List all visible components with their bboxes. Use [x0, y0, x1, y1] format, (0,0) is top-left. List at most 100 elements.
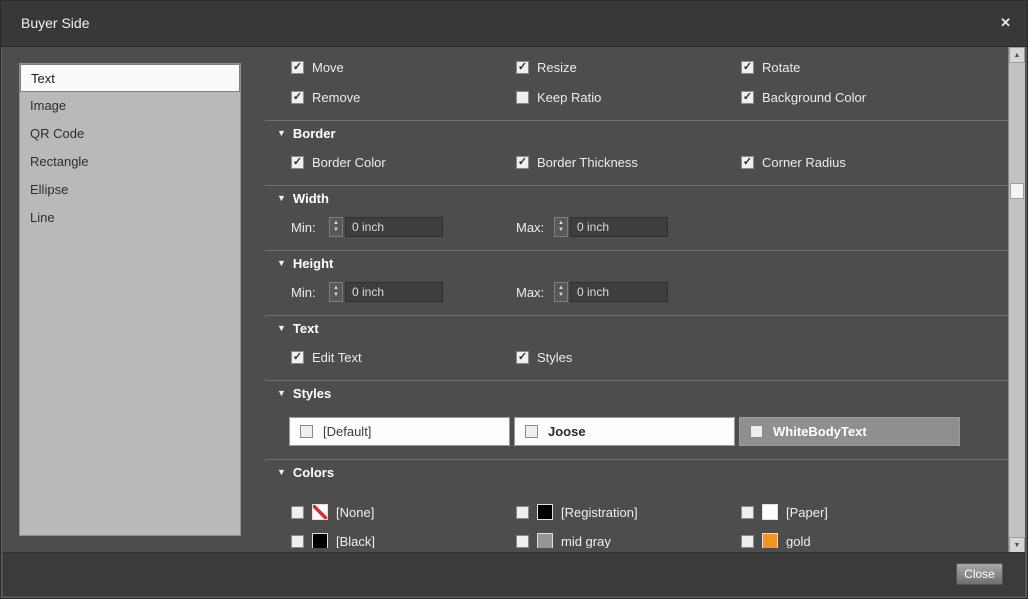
section-divider — [265, 120, 1009, 121]
collapse-arrow-icon[interactable]: ▼ — [277, 126, 286, 141]
sidebar-item-text[interactable]: Text — [20, 64, 240, 92]
style-label: WhiteBodyText — [773, 424, 867, 439]
height-max-spinner[interactable]: ▲ ▼ — [554, 282, 568, 302]
style-label: [Default] — [323, 424, 371, 439]
style-item-joose[interactable]: Joose — [514, 417, 735, 446]
checkbox-indicator — [291, 535, 304, 548]
permissions-row-1: ✓ Move ✓ Resize ✓ Rotate — [265, 57, 1009, 77]
max-label: Max: — [516, 285, 554, 300]
checkbox-edit-text[interactable]: ✓ Edit Text — [291, 350, 516, 365]
vertical-scrollbar[interactable]: ▲ ▼ — [1008, 47, 1025, 553]
section-title: Height — [293, 256, 333, 271]
checkbox-indicator: ✓ — [516, 61, 529, 74]
color-item-black[interactable]: [Black] — [291, 533, 516, 548]
style-label: Joose — [548, 424, 586, 439]
color-item-registration[interactable]: [Registration] — [516, 504, 741, 520]
collapse-arrow-icon[interactable]: ▼ — [277, 386, 286, 401]
checkbox-keep-ratio[interactable]: Keep Ratio — [516, 90, 741, 105]
color-item-none[interactable]: [None] — [291, 504, 516, 520]
collapse-arrow-icon[interactable]: ▼ — [277, 465, 286, 480]
color-swatch — [762, 504, 778, 520]
border-section-header: ▼ Border — [265, 126, 1009, 141]
checkbox-border-color[interactable]: ✓ Border Color — [291, 155, 516, 170]
color-label: [Black] — [336, 534, 375, 549]
close-icon[interactable]: ✕ — [1000, 15, 1011, 31]
scrollbar-thumb[interactable] — [1010, 183, 1024, 199]
checkbox-background-color[interactable]: ✓ Background Color — [741, 90, 1009, 105]
checkbox-label: Remove — [312, 90, 360, 105]
checkbox-label: Move — [312, 60, 344, 75]
sidebar-item-rectangle[interactable]: Rectangle — [20, 148, 240, 176]
height-max-cell: Max: ▲ ▼ 0 inch — [516, 282, 741, 302]
section-title: Styles — [293, 386, 331, 401]
spinner-up-icon[interactable]: ▲ — [558, 220, 564, 227]
sidebar-item-image[interactable]: Image — [20, 92, 240, 120]
settings-panel: ✓ Move ✓ Resize ✓ Rotate ✓ Remove Keep R… — [265, 47, 1009, 548]
checkbox-indicator: ✓ — [741, 61, 754, 74]
checkbox-resize[interactable]: ✓ Resize — [516, 60, 741, 75]
colors-row-1: [None] [Registration] [Paper] — [265, 502, 1009, 522]
window-title: Buyer Side — [21, 15, 89, 31]
checkbox-border-thickness[interactable]: ✓ Border Thickness — [516, 155, 741, 170]
spinner-up-icon[interactable]: ▲ — [333, 220, 339, 227]
scroll-up-icon[interactable]: ▲ — [1009, 47, 1025, 63]
checkbox-indicator: ✓ — [291, 156, 304, 169]
spinner-down-icon[interactable]: ▼ — [558, 292, 564, 299]
checkbox-styles[interactable]: ✓ Styles — [516, 350, 741, 365]
color-swatch — [537, 533, 553, 548]
spinner-up-icon[interactable]: ▲ — [333, 285, 339, 292]
color-label: [Registration] — [561, 505, 638, 520]
width-min-input[interactable]: 0 inch — [345, 217, 443, 237]
checkbox-rotate[interactable]: ✓ Rotate — [741, 60, 1009, 75]
checkbox-remove[interactable]: ✓ Remove — [291, 90, 516, 105]
checkbox-label: Rotate — [762, 60, 800, 75]
spinner-down-icon[interactable]: ▼ — [558, 227, 564, 234]
color-label: gold — [786, 534, 811, 549]
width-max-input[interactable]: 0 inch — [570, 217, 668, 237]
width-min-spinner[interactable]: ▲ ▼ — [329, 217, 343, 237]
style-item-whitebodytext[interactable]: WhiteBodyText — [739, 417, 960, 446]
text-checkbox-row: ✓ Edit Text ✓ Styles — [265, 347, 1009, 367]
checkbox-corner-radius[interactable]: ✓ Corner Radius — [741, 155, 1009, 170]
section-title: Width — [293, 191, 329, 206]
collapse-arrow-icon[interactable]: ▼ — [277, 256, 286, 271]
checkbox-indicator: ✓ — [516, 351, 529, 364]
sidebar-item-ellipse[interactable]: Ellipse — [20, 176, 240, 204]
min-label: Min: — [291, 220, 329, 235]
colors-row-2: [Black] mid gray gold — [265, 531, 1009, 548]
section-title: Text — [293, 321, 319, 336]
collapse-arrow-icon[interactable]: ▼ — [277, 191, 286, 206]
text-section-header: ▼ Text — [265, 321, 1009, 336]
color-label: mid gray — [561, 534, 611, 549]
spinner-down-icon[interactable]: ▼ — [333, 292, 339, 299]
sidebar-item-line[interactable]: Line — [20, 204, 240, 232]
height-minmax-row: Min: ▲ ▼ 0 inch Max: ▲ ▼ 0 inch — [265, 282, 1009, 302]
checkbox-indicator: ✓ — [291, 61, 304, 74]
section-divider — [265, 459, 1009, 460]
checkbox-indicator — [525, 425, 538, 438]
collapse-arrow-icon[interactable]: ▼ — [277, 321, 286, 336]
checkbox-indicator — [300, 425, 313, 438]
checkbox-label: Resize — [537, 60, 577, 75]
color-item-mid-gray[interactable]: mid gray — [516, 533, 741, 548]
spinner-up-icon[interactable]: ▲ — [558, 285, 564, 292]
color-label: [Paper] — [786, 505, 828, 520]
checkbox-move[interactable]: ✓ Move — [291, 60, 516, 75]
checkbox-indicator — [741, 506, 754, 519]
spinner-down-icon[interactable]: ▼ — [333, 227, 339, 234]
width-max-spinner[interactable]: ▲ ▼ — [554, 217, 568, 237]
permissions-row-2: ✓ Remove Keep Ratio ✓ Background Color — [265, 87, 1009, 107]
scroll-down-icon[interactable]: ▼ — [1009, 537, 1025, 553]
style-item-default[interactable]: [Default] — [289, 417, 510, 446]
checkbox-label: Keep Ratio — [537, 90, 601, 105]
color-item-gold[interactable]: gold — [741, 533, 1009, 548]
close-button[interactable]: Close — [956, 563, 1003, 585]
checkbox-label: Border Thickness — [537, 155, 638, 170]
color-item-paper[interactable]: [Paper] — [741, 504, 1009, 520]
height-min-spinner[interactable]: ▲ ▼ — [329, 282, 343, 302]
sidebar-item-qr-code[interactable]: QR Code — [20, 120, 240, 148]
section-title: Colors — [293, 465, 334, 480]
height-min-input[interactable]: 0 inch — [345, 282, 443, 302]
border-checkbox-row: ✓ Border Color ✓ Border Thickness ✓ Corn… — [265, 152, 1009, 172]
height-max-input[interactable]: 0 inch — [570, 282, 668, 302]
